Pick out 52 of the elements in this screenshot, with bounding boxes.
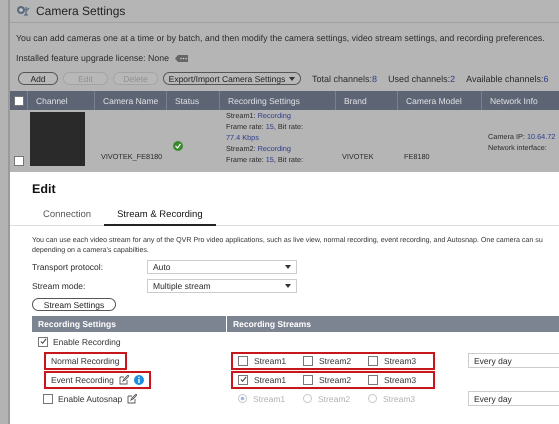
stream-label: Stream2 (319, 356, 352, 366)
setting-label: Normal Recording (51, 356, 120, 366)
edit-icon[interactable] (118, 374, 129, 384)
stream-label: Stream1 (254, 356, 286, 366)
table-header-cell: Recording Streams (227, 316, 559, 332)
checkbox[interactable] (38, 336, 48, 346)
table-header-cell: Camera Model (398, 91, 482, 110)
toolbar-button[interactable]: Add (18, 72, 58, 85)
export-import-dropdown[interactable]: Export/Import Camera Settings (163, 72, 301, 85)
checkbox[interactable] (368, 356, 378, 366)
stream-label: Stream1 (253, 394, 286, 404)
info-icon[interactable] (134, 374, 144, 384)
table-header-cell: Brand (336, 91, 398, 110)
tab[interactable]: Connection (30, 204, 104, 226)
photo-placeholder (30, 112, 85, 166)
checkbox[interactable] (368, 374, 378, 384)
description-text: You can add cameras one at a time or by batch, and then modify the camera settings, video stream settings, and recording preferences. (16, 33, 545, 43)
checkbox[interactable] (238, 356, 248, 366)
stream-label: Stream1 (254, 374, 286, 384)
select-field[interactable]: Multiple stream (147, 279, 297, 293)
table-header-cell: Recording Settings (32, 316, 227, 332)
tag-icon (175, 54, 188, 62)
channel-count: Available channels:6 (466, 74, 549, 84)
checkbox[interactable] (303, 356, 313, 366)
channel-count: Used channels:2 (388, 74, 456, 84)
setting-label: Event Recording (51, 374, 114, 384)
stream-settings-button[interactable]: Stream Settings (32, 298, 116, 311)
license-text: Installed feature upgrade license: None (16, 53, 170, 63)
stream-label: Stream2 (319, 374, 352, 384)
channel-count: Total channels:8 (312, 74, 378, 84)
stream-label: Stream2 (318, 394, 350, 404)
stream-label: Stream3 (383, 394, 416, 404)
table-header-cell: Network Info (482, 91, 559, 110)
checkbox[interactable] (14, 96, 24, 106)
field-label: Transport protocol: (32, 262, 104, 272)
table-header-cell: Channel (28, 91, 95, 110)
checkbox[interactable] (14, 156, 24, 166)
checkbox[interactable] (238, 374, 248, 384)
page-title: Camera Settings (36, 4, 126, 18)
stream-label: Stream3 (384, 356, 416, 366)
table-header-cell: Status (167, 91, 220, 110)
stream-label: Stream3 (384, 374, 416, 384)
field-label: Stream mode: (32, 281, 86, 291)
table-header-cell: Camera Name (95, 91, 167, 110)
table-header-cell: Recording Settings (220, 91, 336, 110)
select-field[interactable]: Auto (147, 260, 297, 274)
checkbox[interactable] (303, 374, 313, 384)
tab[interactable]: Stream & Recording (104, 204, 216, 226)
setting-label: Enable Autosnap (58, 394, 122, 404)
setting-label: Enable Recording (53, 336, 121, 346)
schedule-select[interactable]: Every day (468, 353, 559, 368)
dialog-title: Edit (32, 182, 57, 196)
